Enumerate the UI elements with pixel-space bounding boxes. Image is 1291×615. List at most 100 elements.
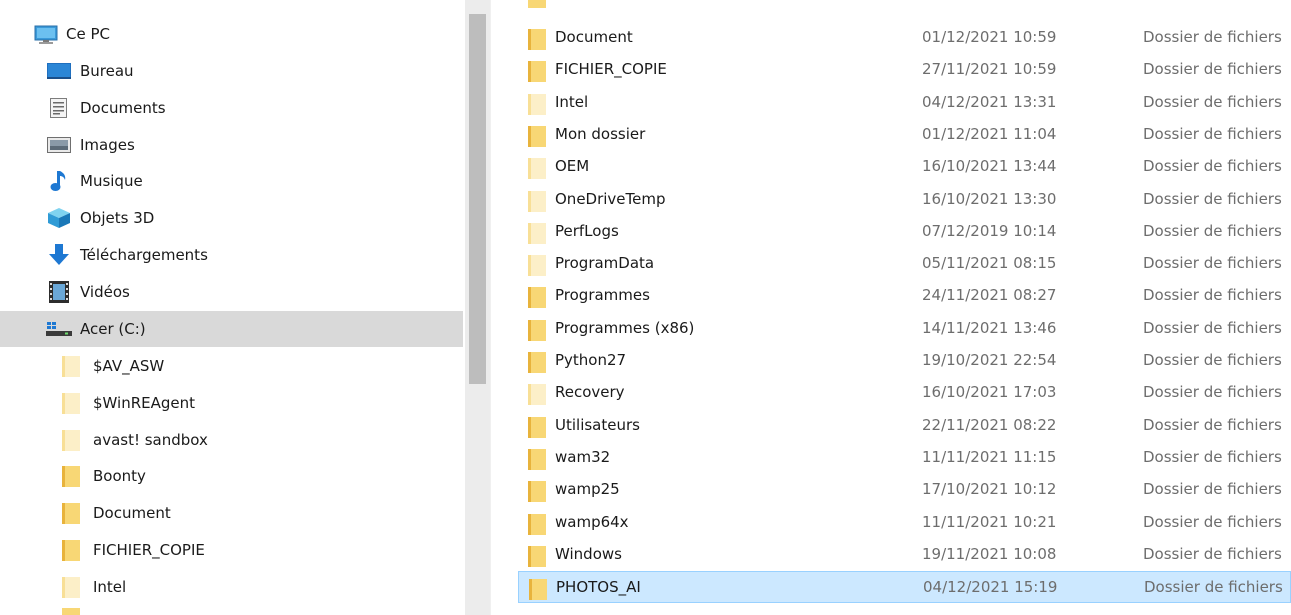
images-icon — [47, 137, 71, 153]
file-type: Dossier de fichiers — [1143, 512, 1282, 531]
file-name: OEM — [555, 157, 590, 176]
pc-icon — [34, 25, 58, 44]
nav-item-document[interactable]: Document — [0, 495, 463, 531]
file-name: wamp25 — [555, 480, 620, 499]
file-type: Dossier de fichiers — [1143, 447, 1282, 466]
nav-item-acer-c[interactable]: Acer (C:) — [0, 311, 463, 347]
file-name: ProgramData — [555, 254, 655, 273]
folder-icon — [62, 466, 80, 487]
folder-icon — [528, 222, 546, 244]
nav-item-fichier-copie[interactable]: FICHIER_COPIE — [0, 532, 463, 568]
nav-item-winreagent[interactable]: $WinREAgent — [0, 385, 463, 421]
nav-label-bureau: Bureau — [80, 62, 134, 80]
folder-icon — [528, 416, 546, 438]
file-row[interactable]: wamp25 17/10/2021 10:12 Dossier de fichier… — [518, 474, 1291, 506]
folder-icon — [528, 384, 546, 406]
file-date-modified: 01/12/2021 11:04 — [922, 124, 1057, 143]
file-date-modified: 16/10/2021 17:03 — [922, 383, 1057, 402]
file-row[interactable]: PerfLogs 07/12/2019 10:14 Dossier de fichi… — [518, 216, 1291, 248]
folder-icon — [528, 481, 546, 503]
nav-label-fichier-copie: FICHIER_COPIE — [93, 541, 205, 559]
file-name: Programmes — [555, 286, 650, 305]
file-row[interactable]: wamp64x 11/11/2021 10:21 Dossier de fichie… — [518, 507, 1291, 539]
nav-scrollbar-thumb[interactable] — [469, 14, 486, 384]
file-name: wam32 — [555, 447, 611, 466]
nav-item-telechargements[interactable]: Téléchargements — [0, 237, 463, 273]
file-type: Dossier de fichiers — [1143, 189, 1282, 208]
drive-icon — [46, 322, 72, 336]
file-row[interactable]: Recovery 16/10/2021 17:03 Dossier de fichi… — [518, 377, 1291, 409]
nav-item-intel[interactable]: Intel — [0, 569, 463, 605]
nav-item-videos[interactable]: Vidéos — [0, 274, 463, 310]
file-name: Python27 — [555, 351, 627, 369]
nav-label-winreagent: $WinREAgent — [93, 394, 196, 412]
file-name: PerfLogs — [555, 221, 619, 240]
downloads-icon — [49, 244, 69, 265]
folder-icon — [528, 287, 546, 309]
file-name: FICHIER_COPIE — [555, 60, 667, 79]
file-date-modified: 22/11/2021 08:22 — [922, 415, 1057, 434]
folder-icon — [62, 430, 80, 451]
nav-label-videos: Vidéos — [80, 283, 130, 301]
folder-icon — [528, 545, 546, 567]
file-type: Dossier de fichiers — [1143, 318, 1282, 337]
nav-label-objets-3d: Objets 3D — [80, 209, 155, 227]
folder-icon — [62, 540, 80, 561]
nav-label-intel: Intel — [93, 578, 127, 596]
file-type: Dossier de fichiers — [1144, 578, 1283, 597]
file-row[interactable]: Document 01/12/2021 10:59 Dossier de fichi… — [518, 22, 1291, 54]
nav-item-images[interactable]: Images — [0, 127, 463, 163]
nav-item-ce-pc[interactable]: Ce PC — [0, 16, 463, 52]
file-date-modified: 17/10/2021 10:12 — [922, 480, 1057, 499]
nav-label-musique: Musique — [80, 172, 143, 190]
file-date-modified: 16/10/2021 13:30 — [922, 189, 1057, 208]
file-row[interactable]: Programmes (x86) 14/11/2021 13:46 Dossier … — [518, 313, 1291, 345]
file-date-modified: 04/12/2021 13:31 — [922, 92, 1057, 111]
file-name: wamp64x — [555, 512, 629, 531]
file-row[interactable]: Mon dossier 01/12/2021 11:04 Dossier de fi… — [518, 119, 1291, 151]
file-date-modified: 01/12/2021 10:59 — [922, 28, 1057, 46]
file-type: Dossier de fichiers — [1143, 60, 1282, 79]
file-type: Dossier de fichiers — [1143, 351, 1282, 369]
file-row[interactable]: Python27 19/10/2021 22:54 Dossier de fichi… — [518, 345, 1291, 377]
file-type: Dossier de fichiers — [1143, 221, 1282, 240]
file-date-modified: 14/11/2021 13:46 — [922, 318, 1057, 337]
nav-item-documents[interactable]: Documents — [0, 90, 463, 126]
nav-item-av-asw[interactable]: $AV_ASW — [0, 348, 463, 384]
file-date-modified: 27/11/2021 10:59 — [922, 60, 1057, 79]
file-row[interactable]: Utilisateurs 22/11/2021 08:22 Dossier de f… — [518, 410, 1291, 442]
nav-label-images: Images — [80, 136, 135, 154]
nav-item-avast-sandbox[interactable]: avast! sandbox — [0, 422, 463, 458]
file-row[interactable]: OneDriveTemp 16/10/2021 13:30 Dossier de f… — [518, 184, 1291, 216]
file-type: Dossier de fichiers — [1143, 480, 1282, 499]
folder-icon — [528, 513, 546, 535]
file-row[interactable]: ProgramData 05/11/2021 08:15 Dossier de fi… — [518, 248, 1291, 280]
nav-item-boonty[interactable]: Boonty — [0, 458, 463, 494]
music-icon — [50, 171, 66, 191]
file-date-modified: 04/12/2021 15:19 — [923, 578, 1058, 597]
file-name: Intel — [555, 92, 589, 111]
folder-icon — [528, 29, 546, 50]
file-name: Windows — [555, 544, 622, 563]
nav-item-bureau[interactable]: Bureau — [0, 53, 463, 89]
file-type: Dossier de fichiers — [1143, 157, 1282, 176]
file-date-modified: 11/11/2021 10:21 — [922, 512, 1057, 531]
file-row[interactable]: FICHIER_COPIE 27/11/2021 10:59 Dossier de … — [518, 54, 1291, 86]
folder-icon — [62, 356, 80, 377]
file-type: Dossier de fichiers — [1143, 254, 1282, 273]
file-name: Mon dossier — [555, 124, 646, 143]
file-date-modified: 24/11/2021 08:27 — [922, 286, 1057, 305]
file-row[interactable]: wam32 11/11/2021 11:15 Dossier de fichiers — [518, 442, 1291, 474]
nav-label-boonty: Boonty — [93, 467, 146, 485]
file-row[interactable]: Windows 19/11/2021 10:08 Dossier de fichie… — [518, 539, 1291, 571]
folder-icon — [62, 393, 80, 414]
file-row[interactable]: OEM 16/10/2021 13:44 Dossier de fichiers — [518, 151, 1291, 183]
nav-item-musique[interactable]: Musique — [0, 163, 463, 199]
file-row[interactable]: Programmes 24/11/2021 08:27 Dossier de fic… — [518, 280, 1291, 312]
partial-folder-icon — [528, 0, 546, 8]
file-type: Dossier de fichiers — [1143, 415, 1282, 434]
file-row[interactable]: PHOTOS_AI 04/12/2021 15:19 Dossier de fich… — [518, 571, 1291, 604]
nav-item-objets-3d[interactable]: Objets 3D — [0, 200, 463, 236]
file-row[interactable]: Intel 04/12/2021 13:31 Dossier de fichiers — [518, 87, 1291, 119]
nav-label-acer-c: Acer (C:) — [80, 320, 146, 338]
